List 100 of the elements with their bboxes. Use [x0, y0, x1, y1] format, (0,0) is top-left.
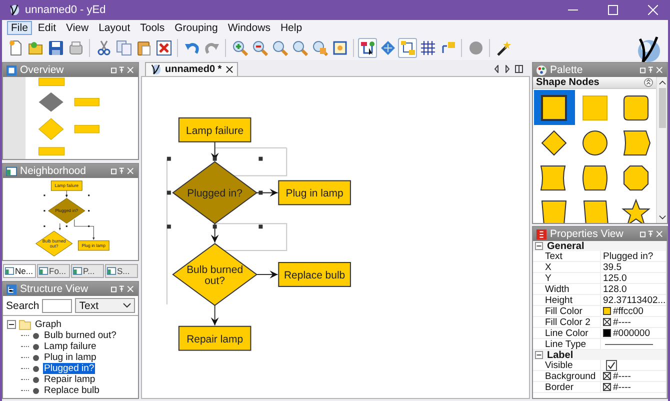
window-title: unnamed0 - yEd [25, 4, 106, 16]
toolbar-button[interactable] [358, 38, 377, 58]
property-value[interactable]: #---- [613, 382, 631, 392]
section-title: Shape Nodes [536, 77, 600, 88]
color-swatch [603, 329, 611, 337]
property-name: X [544, 262, 552, 272]
flat-rectangle-icon [580, 92, 610, 122]
panel-controls-icon[interactable] [111, 285, 135, 293]
tree-item[interactable]: Plugged in? [43, 363, 96, 374]
selection-handles [44, 194, 90, 227]
clipboard-icon [136, 40, 152, 56]
property-name: Visible [544, 360, 574, 370]
process-node[interactable] [278, 180, 351, 206]
menu-item[interactable]: Layout [94, 20, 134, 34]
document-tab[interactable]: unnamed0 * [145, 62, 238, 76]
scrollbar[interactable] [656, 77, 667, 223]
maximize-icon [608, 5, 618, 15]
rounded-rectangle-icon [620, 92, 651, 122]
palette-shape[interactable] [534, 90, 575, 125]
visible-checkbox[interactable] [606, 360, 617, 370]
node-bullet-icon [33, 332, 39, 338]
property-value[interactable]: 92.37113402... [603, 294, 666, 306]
app-logo-icon [8, 4, 20, 16]
zoom-out-icon [252, 40, 268, 56]
panel-tab[interactable]: P... [71, 264, 104, 278]
document-tab-label: unnamed0 * [165, 64, 222, 75]
property-value[interactable]: 125.0 [603, 272, 627, 284]
scroll-up-icon[interactable] [658, 80, 666, 85]
section-header[interactable]: Shape Nodes [533, 77, 656, 89]
folder-icon [28, 40, 44, 56]
blob-icon [468, 40, 484, 56]
property-value[interactable]: Plugged in? [603, 250, 654, 262]
toolbar-button[interactable] [154, 38, 173, 58]
section-title: Label [547, 350, 574, 360]
process-node[interactable] [178, 117, 252, 142]
panel-controls-icon[interactable] [111, 66, 135, 74]
property-value[interactable]: 128.0 [603, 284, 627, 294]
panel-controls-icon[interactable] [640, 66, 664, 74]
overview-icon [6, 64, 17, 76]
process-node[interactable] [278, 262, 351, 287]
property-value[interactable]: #000000 [613, 328, 650, 338]
magnifier-icon [272, 40, 288, 56]
tree-item[interactable]: Graph [34, 318, 62, 330]
property-value[interactable]: #---- [613, 316, 631, 328]
close-icon [648, 5, 658, 15]
close-icon[interactable] [226, 66, 233, 73]
decision-node[interactable] [172, 242, 258, 306]
collapse-icon[interactable] [644, 78, 653, 87]
window-icon [73, 267, 82, 275]
section-title: General [547, 241, 584, 252]
scissors-icon [96, 40, 112, 56]
menu-item[interactable]: View [62, 20, 93, 34]
diamond-icon [539, 128, 570, 158]
collapse-icon[interactable] [7, 320, 16, 328]
star-icon [620, 198, 651, 223]
palette-icon [536, 64, 547, 76]
menu-item[interactable]: Grouping [170, 20, 222, 34]
decision-node[interactable] [172, 161, 258, 224]
menu-item[interactable]: Help [276, 20, 306, 34]
zoom-in-icon [232, 40, 248, 56]
collapse-icon[interactable] [535, 242, 543, 250]
collapse-icon[interactable] [535, 351, 543, 359]
delete-icon [156, 40, 172, 56]
no-color-icon [603, 383, 611, 391]
panel-controls-icon[interactable] [111, 167, 135, 175]
tree-item[interactable]: Plug in lamp [43, 352, 98, 363]
panel-controls-icon[interactable] [640, 230, 664, 238]
property-name: Height [544, 294, 574, 306]
property-value[interactable]: #---- [613, 370, 631, 382]
process-node[interactable] [178, 326, 252, 351]
menu-item[interactable]: Tools [136, 20, 169, 34]
window-icon [6, 166, 17, 176]
property-value[interactable]: 39.5 [603, 262, 622, 272]
toolbar-button[interactable] [398, 38, 417, 58]
fit-frame-icon [332, 40, 348, 56]
panel-tab[interactable]: Fo... [37, 264, 70, 278]
window-icon [107, 267, 116, 275]
property-value[interactable]: #ffcc00 [613, 306, 644, 316]
node-bullet-icon [33, 388, 39, 394]
tree-item[interactable]: Bulb burned out? [43, 330, 118, 341]
scroll-down-icon[interactable] [658, 215, 666, 220]
property-name: Text [544, 250, 564, 262]
tree-item[interactable]: Lamp failure [43, 341, 98, 352]
menu-item[interactable]: Edit [34, 20, 60, 34]
property-name: Line Type [544, 338, 588, 350]
filter-dropdown[interactable]: Text [75, 298, 135, 313]
node-bullet-icon [33, 344, 39, 350]
tree-item[interactable]: Repair lamp [43, 374, 96, 385]
wave-right-icon [620, 128, 651, 158]
search-field[interactable] [42, 298, 72, 312]
tree-item[interactable]: Replace bulb [43, 385, 100, 396]
menu-item[interactable]: Windows [224, 20, 274, 34]
node-selection-icon [360, 40, 376, 56]
panel-title: Neighborhood [20, 165, 86, 177]
tab-navigation-icon[interactable] [494, 65, 524, 73]
panel-tab[interactable]: S... [105, 264, 138, 278]
property-name: Fill Color 2 [544, 316, 592, 328]
node-bullet-icon [33, 366, 39, 372]
panel-tab[interactable]: Ne... [3, 264, 36, 278]
menu-item[interactable]: File [7, 20, 32, 34]
